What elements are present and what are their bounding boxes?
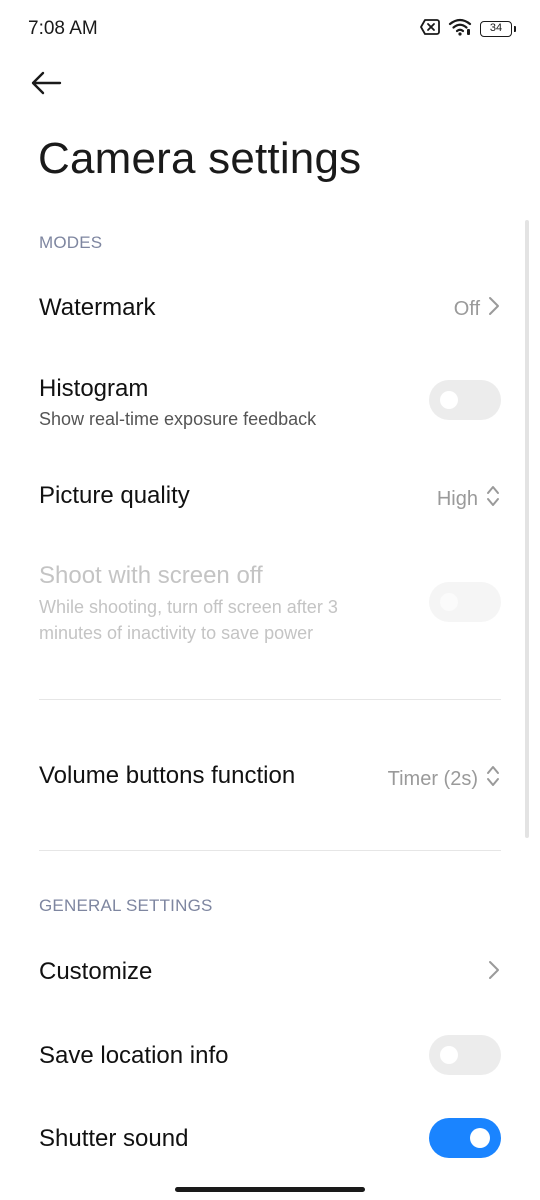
status-icons: 34 <box>420 18 516 41</box>
divider <box>39 699 501 700</box>
watermark-value-group: Off <box>454 296 500 322</box>
screen-off-toggle <box>429 582 501 622</box>
customize-title: Customize <box>39 958 153 985</box>
back-button[interactable] <box>30 64 80 106</box>
watermark-title: Watermark <box>39 294 156 321</box>
save-location-row[interactable]: Save location info <box>0 1018 540 1094</box>
volume-buttons-value: Timer (2s) <box>387 767 478 790</box>
section-header-modes: MODES <box>39 233 103 252</box>
toggle-knob <box>440 593 458 611</box>
screen-off-subtitle-line1: While shooting, turn off screen after 3 <box>39 597 338 617</box>
screen-off-row: Shoot with screen off While shooting, tu… <box>0 548 540 658</box>
histogram-row[interactable]: Histogram Show real-time exposure feedba… <box>0 360 540 446</box>
battery-icon: 34 <box>480 21 516 37</box>
save-location-toggle[interactable] <box>429 1035 501 1075</box>
toggle-knob <box>440 391 458 409</box>
home-indicator[interactable] <box>175 1187 365 1192</box>
save-location-title: Save location info <box>39 1042 229 1069</box>
arrow-left-icon <box>30 71 62 100</box>
chevron-up-down-icon <box>486 484 500 514</box>
toggle-knob <box>470 1128 490 1148</box>
camera-settings-screen: 7:08 AM 34 Camera settings MODES Waterma… <box>0 0 540 1200</box>
volume-buttons-value-group: Timer (2s) <box>388 764 500 794</box>
volume-buttons-title: Volume buttons function <box>39 762 296 789</box>
section-header-general-settings: GENERAL SETTINGS <box>39 896 213 915</box>
wifi-icon <box>448 18 472 41</box>
status-bar: 7:08 AM 34 <box>0 0 540 58</box>
volume-buttons-row[interactable]: Volume buttons function Timer (2s) <box>0 738 540 814</box>
picture-quality-value: High <box>436 487 478 510</box>
histogram-subtitle: Show real-time exposure feedback <box>39 409 317 429</box>
chevron-up-down-icon <box>486 764 500 794</box>
toggle-knob <box>440 1046 458 1064</box>
chevron-right-icon <box>488 960 500 986</box>
picture-quality-row[interactable]: Picture quality High <box>0 458 540 534</box>
shutter-sound-toggle[interactable] <box>429 1118 501 1158</box>
shutter-sound-title: Shutter sound <box>39 1125 189 1152</box>
customize-row[interactable]: Customize <box>0 934 540 1010</box>
divider <box>39 850 501 851</box>
status-time: 7:08 AM <box>28 18 98 39</box>
picture-quality-value-group: High <box>437 484 500 514</box>
watermark-row[interactable]: Watermark Off <box>0 270 540 346</box>
screen-off-title: Shoot with screen off <box>39 562 263 589</box>
watermark-value: Off <box>453 297 480 320</box>
picture-quality-title: Picture quality <box>39 482 190 509</box>
screen-off-subtitle-line2: minutes of inactivity to save power <box>39 623 314 643</box>
histogram-title: Histogram <box>39 375 149 402</box>
page-title: Camera settings <box>38 134 362 183</box>
no-sim-icon <box>420 18 440 40</box>
histogram-toggle[interactable] <box>429 380 501 420</box>
shutter-sound-row[interactable]: Shutter sound <box>0 1101 540 1177</box>
customize-value-group <box>488 960 500 986</box>
chevron-right-icon <box>488 296 500 322</box>
